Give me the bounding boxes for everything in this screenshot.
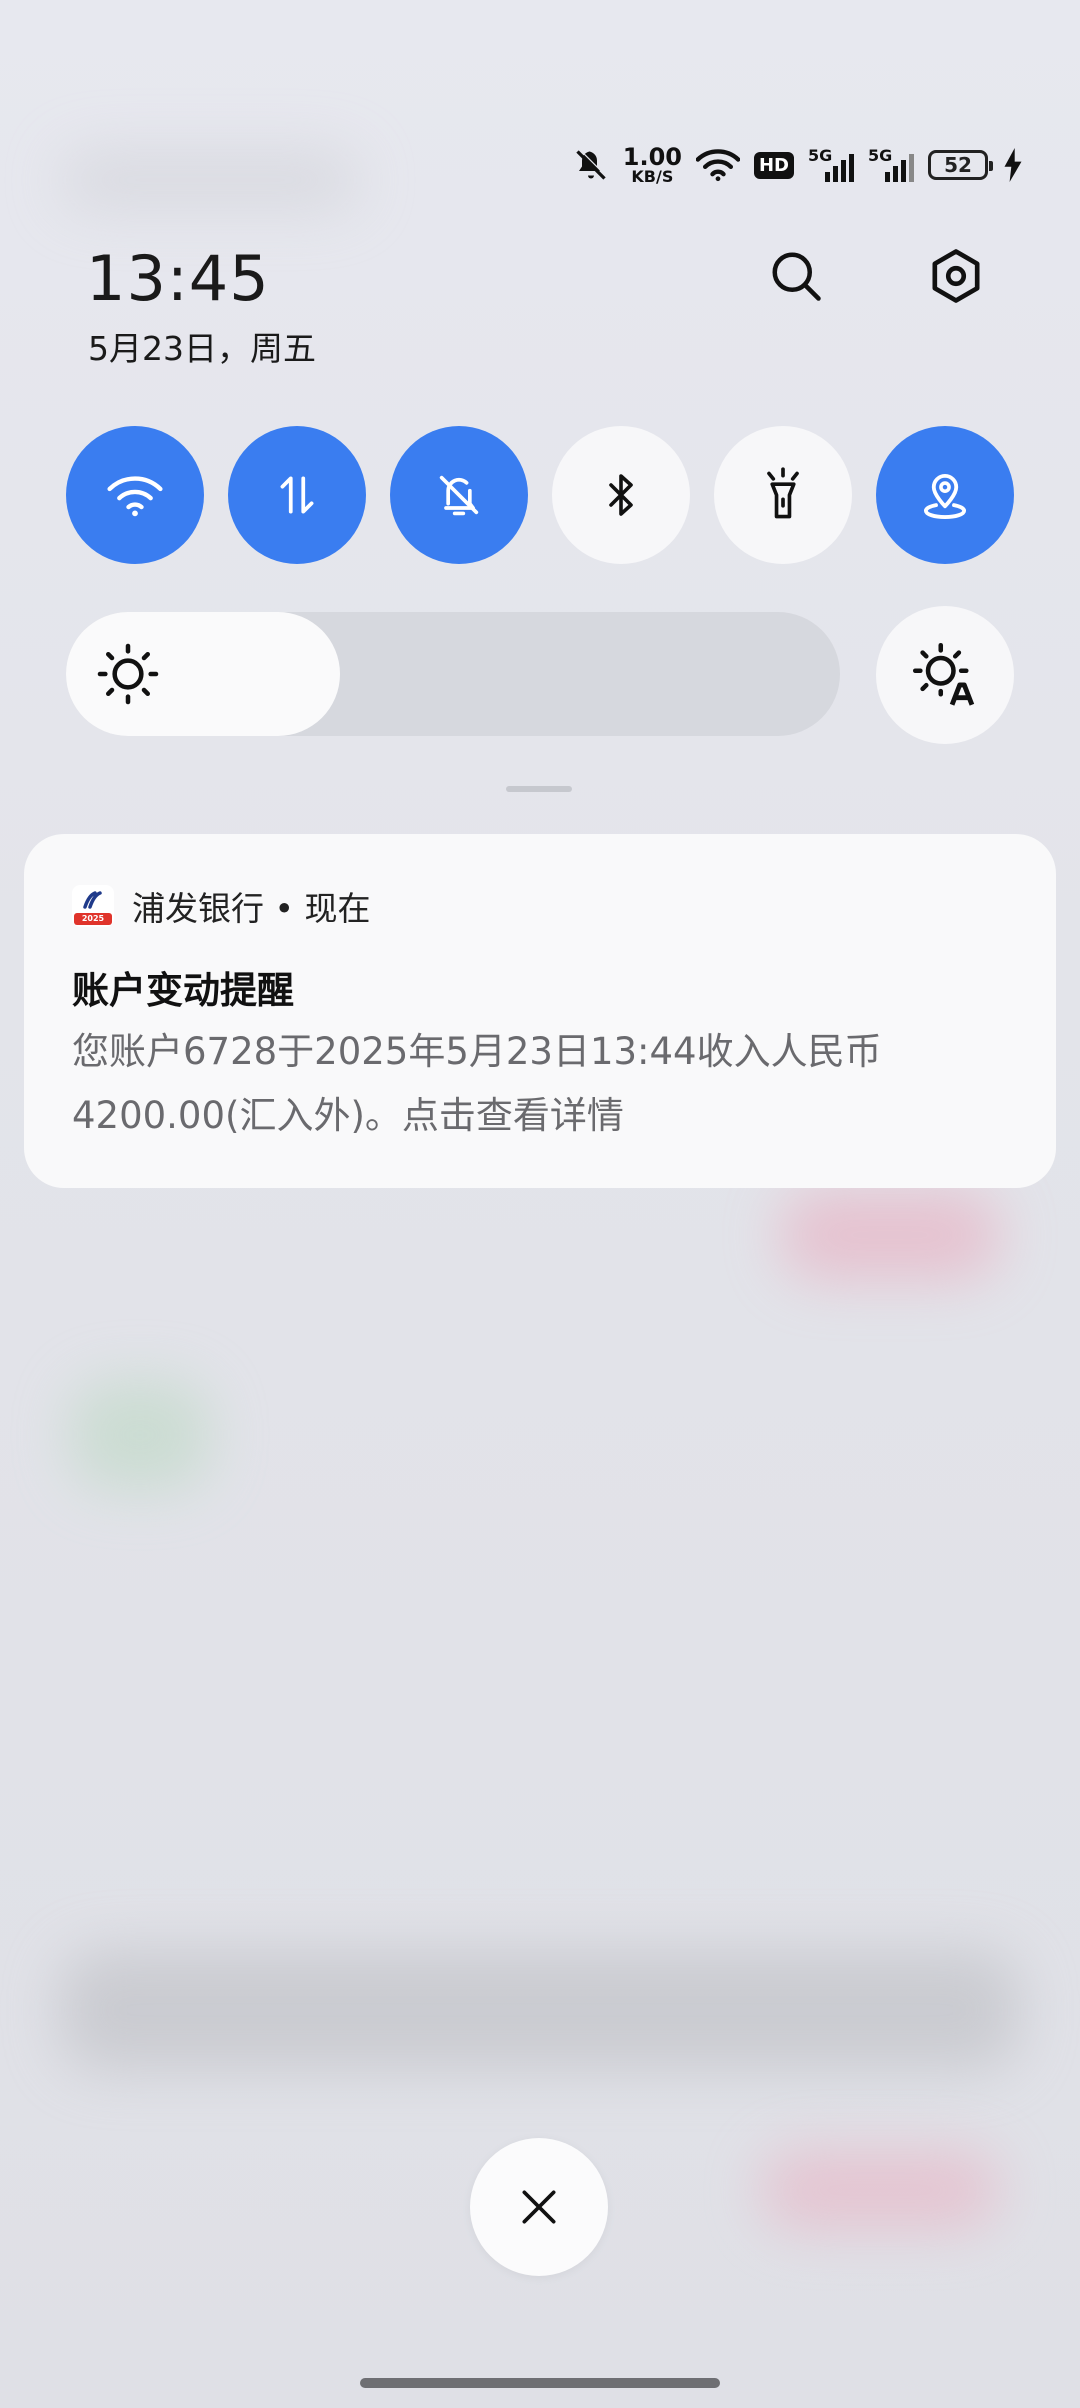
search-icon[interactable] xyxy=(758,238,834,314)
network-speed: 1.00 KB/S xyxy=(623,145,682,185)
signal-icon: 5G xyxy=(868,146,914,182)
status-bar: 1.00 KB/S HD 5G 5G 52 xyxy=(573,140,1024,190)
notification-body: 您账户6728于2025年5月23日13:44收入人民币4200.00(汇入外)… xyxy=(72,1030,882,1137)
location-icon xyxy=(923,474,967,519)
flashlight-icon xyxy=(767,467,799,519)
blurred-background xyxy=(780,1190,1000,1280)
notification-header: 2025 浦发银行 • 现在 xyxy=(72,882,370,930)
bell-off-icon xyxy=(573,147,609,183)
tile-location[interactable] xyxy=(876,426,1014,564)
tile-flashlight[interactable] xyxy=(714,426,852,564)
blurred-background xyxy=(60,150,360,210)
network-speed-value: 1.00 xyxy=(622,143,682,171)
close-icon xyxy=(522,2190,556,2224)
home-indicator[interactable] xyxy=(360,2378,720,2388)
tile-silent[interactable] xyxy=(390,426,528,564)
mobile-data-icon xyxy=(280,476,314,514)
settings-icon[interactable] xyxy=(918,238,994,314)
network-speed-unit: KB/S xyxy=(631,167,674,186)
notification-app-name: 浦发银行 • 现在 xyxy=(132,889,371,928)
battery-level: 52 xyxy=(944,153,972,177)
sun-icon xyxy=(97,643,159,705)
tile-wifi[interactable] xyxy=(66,426,204,564)
auto-brightness-icon xyxy=(912,642,975,706)
drag-handle[interactable] xyxy=(506,786,572,792)
notification-title: 账户变动提醒 xyxy=(72,969,294,1012)
signal-icon: 5G xyxy=(808,146,854,182)
date[interactable]: 5月23日，周五 xyxy=(88,322,316,370)
notification-shade: 1.00 KB/S HD 5G 5G 52 13:45 5月23日，周五 202… xyxy=(0,0,1080,2408)
wifi-icon xyxy=(107,476,163,517)
battery-icon: 52 xyxy=(928,150,993,180)
quick-tiles xyxy=(66,426,1014,564)
tile-bluetooth[interactable] xyxy=(552,426,690,564)
charging-icon xyxy=(1002,148,1024,182)
blurred-background xyxy=(760,2150,1000,2230)
app-icon-badge: 2025 xyxy=(74,913,112,925)
auto-brightness-button[interactable] xyxy=(876,606,1014,744)
clear-notifications-button[interactable] xyxy=(470,2138,608,2276)
blurred-background xyxy=(70,1380,210,1490)
blurred-background xyxy=(60,1950,1020,2070)
tile-mobile-data[interactable] xyxy=(228,426,366,564)
brightness-slider[interactable] xyxy=(66,612,840,736)
brightness-slider-fill[interactable] xyxy=(66,612,340,736)
clock[interactable]: 13:45 xyxy=(86,242,270,315)
wifi-icon xyxy=(695,148,740,182)
bell-off-icon xyxy=(439,475,479,516)
bank-app-icon: 2025 xyxy=(72,885,114,927)
notification-card[interactable]: 2025 浦发银行 • 现在 账户变动提醒 您账户6728于2025年5月23日… xyxy=(24,834,1056,1188)
bluetooth-icon xyxy=(609,474,633,516)
hd-icon: HD xyxy=(753,151,794,179)
